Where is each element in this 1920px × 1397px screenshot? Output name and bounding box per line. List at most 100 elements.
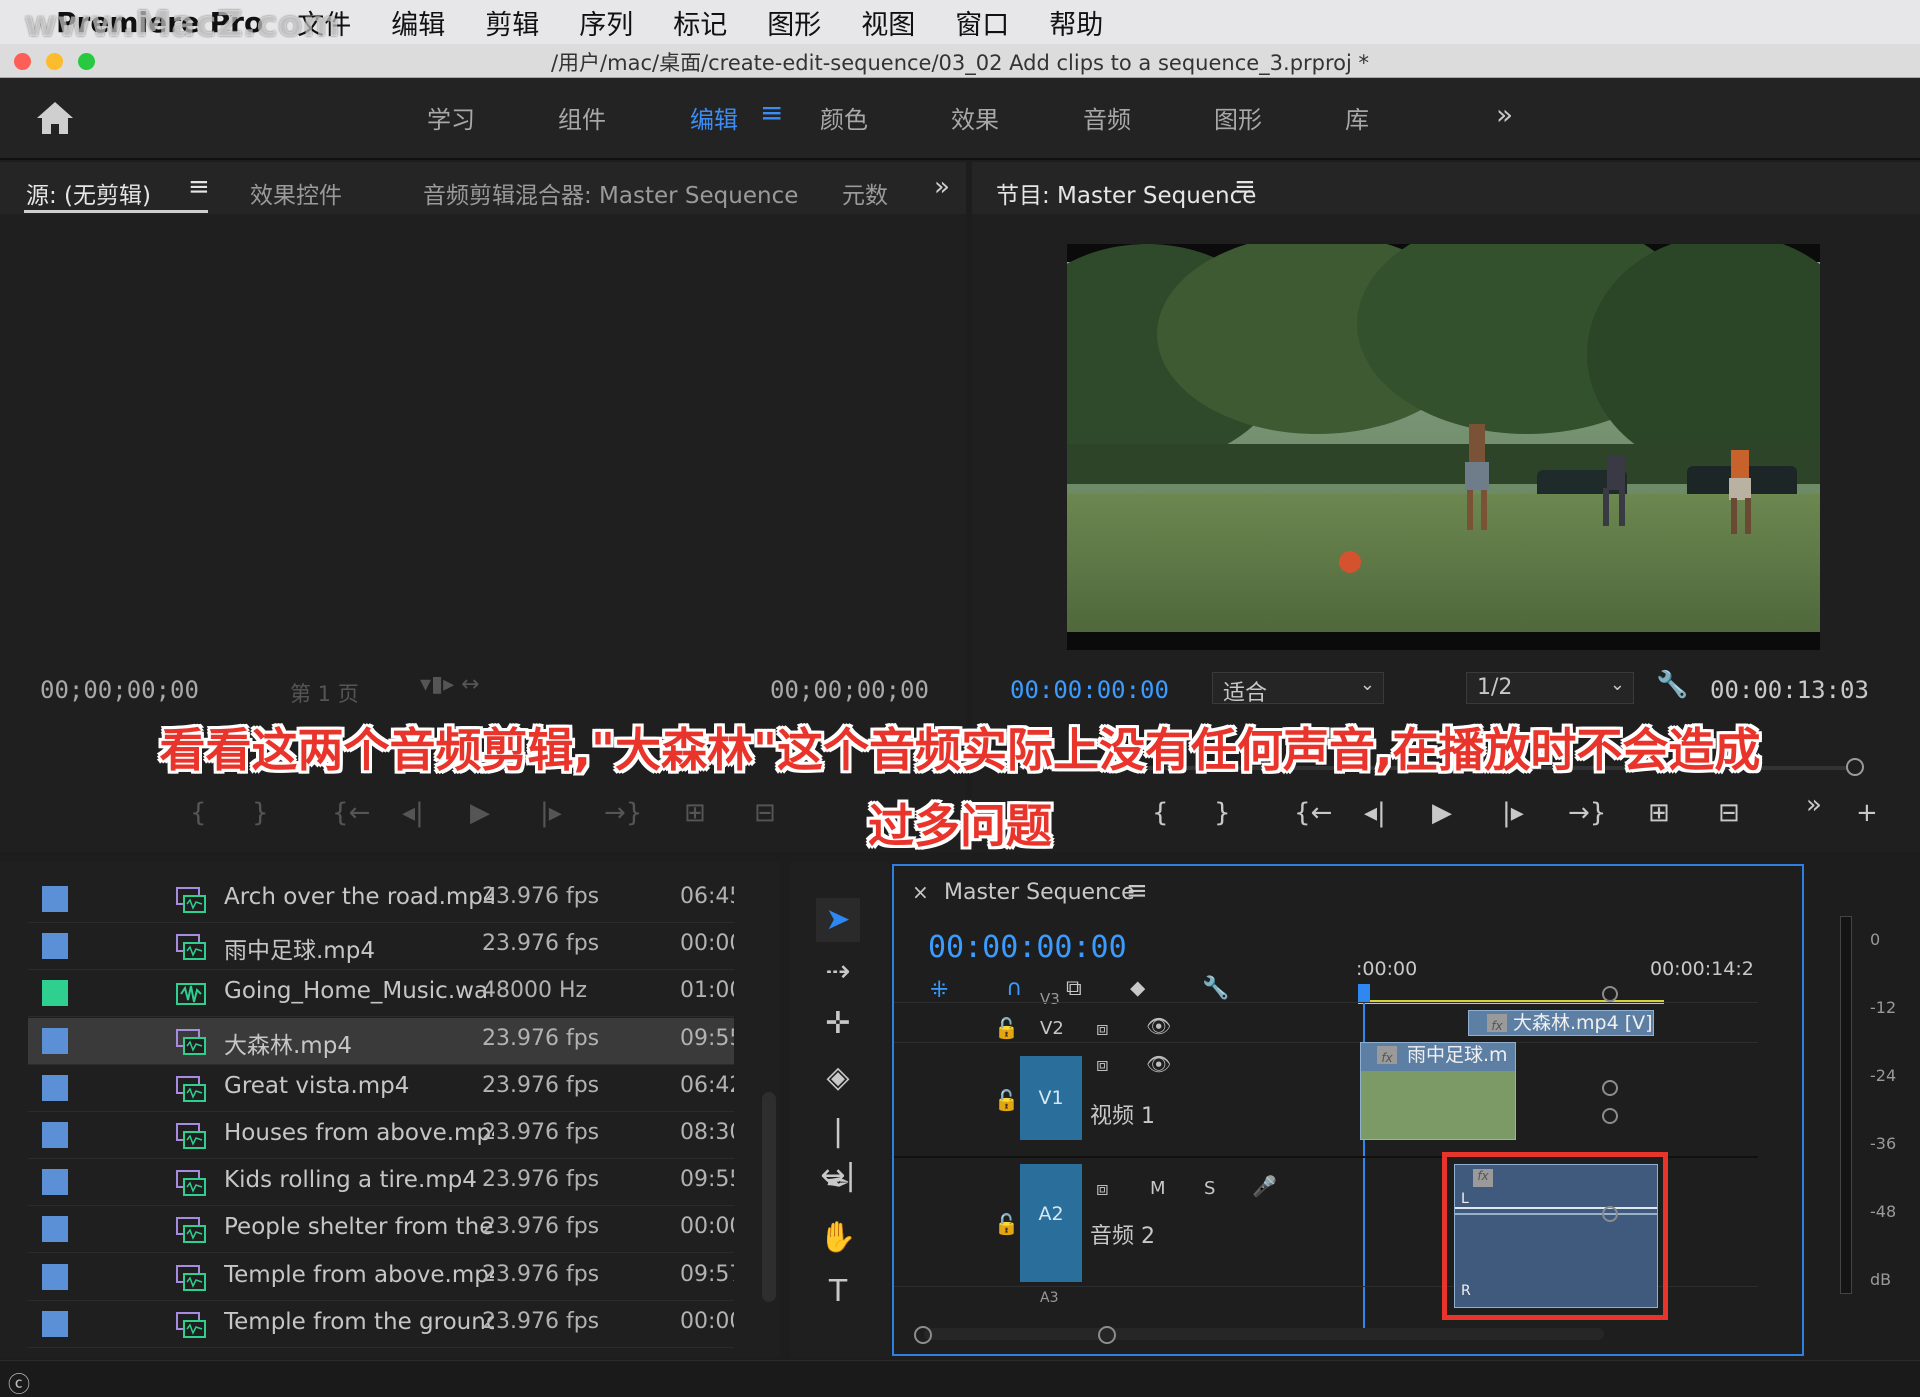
horizontal-zoom-handle-right[interactable]: [1098, 1326, 1116, 1344]
program-timecode-current[interactable]: 00:00:00:00: [1010, 676, 1169, 704]
page-selector[interactable]: 第 1 页: [290, 678, 359, 708]
slip-tool-icon[interactable]: |↔|: [816, 1110, 860, 1193]
source-panel-menu-icon[interactable]: ≡: [188, 172, 210, 202]
program-panel-menu-icon[interactable]: ≡: [1234, 172, 1256, 202]
workspace-menu-icon[interactable]: ≡: [760, 96, 783, 129]
a2-solo-button[interactable]: S: [1204, 1178, 1215, 1199]
menu-window[interactable]: 窗口: [955, 3, 1009, 42]
workspace-tab-color[interactable]: 颜色: [820, 100, 868, 135]
horizontal-scrollbar[interactable]: [924, 1328, 1604, 1340]
v1-sync-lock-icon[interactable]: ⧈: [1096, 1052, 1109, 1076]
bin-clip-name[interactable]: Temple from the ground: [224, 1309, 494, 1335]
menu-help[interactable]: 帮助: [1049, 3, 1103, 42]
linked-selection-icon[interactable]: ⧉: [1066, 976, 1082, 1001]
a2-voiceover-mic-icon[interactable]: 🎤: [1252, 1174, 1277, 1198]
bin-row[interactable]: Houses from above.mp423.976 fps 08:30: [28, 1112, 734, 1159]
ripple-edit-tool-icon[interactable]: ✛: [816, 1002, 860, 1046]
menu-view[interactable]: 视图: [861, 3, 915, 42]
label-color-swatch[interactable]: [42, 1169, 68, 1196]
menu-clip[interactable]: 剪辑: [485, 3, 539, 42]
timeline-sequence-title[interactable]: Master Sequence: [944, 880, 1135, 905]
tab-source[interactable]: 源: (无剪辑): [26, 176, 151, 210]
menu-edit[interactable]: 编辑: [391, 3, 445, 42]
clip-a2-audio[interactable]: fx L R: [1454, 1164, 1658, 1308]
track-select-tool-icon[interactable]: ⇢: [816, 950, 860, 994]
type-tool-icon[interactable]: T: [816, 1270, 860, 1314]
tab-metadata[interactable]: 元数: [842, 176, 888, 210]
bin-clip-name[interactable]: 大森林.mp4: [224, 1026, 494, 1060]
menu-markers[interactable]: 标记: [673, 3, 727, 42]
bin-row[interactable]: Great vista.mp423.976 fps 06:42: [28, 1065, 734, 1112]
add-marker-icon[interactable]: ⬥: [1130, 976, 1145, 1001]
label-color-swatch[interactable]: [42, 1027, 68, 1054]
bin-clip-name[interactable]: 雨中足球.mp4: [224, 931, 494, 965]
more-panels-icon[interactable]: »: [934, 172, 950, 202]
bin-clip-name[interactable]: Houses from above.mp4: [224, 1120, 494, 1146]
label-color-swatch[interactable]: [42, 886, 68, 912]
snap-magnet-icon[interactable]: ∩: [1006, 976, 1022, 1001]
workspace-tab-learn[interactable]: 学习: [427, 100, 475, 135]
v2-lock-icon[interactable]: 🔓: [994, 1016, 1019, 1040]
nest-toggle-icon[interactable]: ⁜: [930, 978, 948, 1003]
v1-eye-icon[interactable]: 👁: [1146, 1052, 1171, 1076]
bin-clip-name[interactable]: Great vista.mp4: [224, 1073, 494, 1099]
page-dropdown-icon[interactable]: ▾▮▸ ↔: [420, 672, 480, 697]
v1-lock-icon[interactable]: 🔓: [994, 1088, 1019, 1112]
workspace-tab-effects[interactable]: 效果: [951, 100, 999, 135]
bin-row[interactable]: People shelter from the23.976 fps 00:00: [28, 1206, 734, 1254]
bin-row[interactable]: 雨中足球.mp423.976 fps 00:00: [28, 923, 734, 971]
playhead-handle[interactable]: [1358, 984, 1370, 1002]
track-a2-target[interactable]: A2: [1020, 1164, 1082, 1282]
tab-effect-controls[interactable]: 效果控件: [250, 176, 342, 210]
a2-lock-icon[interactable]: 🔓: [994, 1212, 1019, 1236]
bin-row[interactable]: Arch over the road.mp423.976 fps 06:45: [28, 876, 734, 923]
timeline-settings-wrench-icon[interactable]: 🔧: [1202, 976, 1229, 1001]
horizontal-zoom-handle-left[interactable]: [914, 1326, 932, 1344]
hand-tool-icon[interactable]: ✋: [816, 1216, 860, 1260]
workspace-tab-assembly[interactable]: 组件: [558, 100, 606, 135]
track-v2-label[interactable]: V2: [1040, 1018, 1064, 1039]
bin-row[interactable]: 大森林.mp423.976 fps 09:55: [28, 1017, 734, 1065]
bin-clip-name[interactable]: Kids rolling a tire.mp4: [224, 1167, 494, 1193]
workspace-tab-graphics[interactable]: 图形: [1214, 100, 1262, 135]
bin-row[interactable]: Temple from the ground23.976 fps 00:00: [28, 1301, 734, 1348]
close-timeline-icon[interactable]: ×: [912, 880, 929, 904]
home-icon[interactable]: [34, 98, 76, 138]
label-color-swatch[interactable]: [42, 980, 68, 1007]
vertical-zoom-handle-top[interactable]: [1602, 986, 1618, 1002]
workspace-tab-audio[interactable]: 音频: [1083, 100, 1131, 135]
a2-mute-button[interactable]: M: [1150, 1178, 1166, 1199]
tab-audio-clip-mixer[interactable]: 音频剪辑混合器: Master Sequence: [423, 176, 798, 210]
bin-scrollbar[interactable]: [762, 1092, 776, 1302]
bin-clip-name[interactable]: Temple from above.mp4: [224, 1262, 494, 1288]
selection-tool-icon[interactable]: ➤: [816, 898, 860, 942]
program-title[interactable]: 节目: Master Sequence: [996, 176, 1256, 210]
playback-resolution-dropdown[interactable]: 1/2 ⌄: [1466, 672, 1634, 704]
label-color-swatch[interactable]: [42, 1310, 68, 1337]
v2-eye-icon[interactable]: 👁: [1146, 1014, 1171, 1038]
clip-v1-rain-soccer[interactable]: fx 雨中足球.m: [1360, 1042, 1516, 1140]
bin-row[interactable]: Temple from above.mp423.976 fps 09:57: [28, 1254, 734, 1301]
track-v1-target[interactable]: V1: [1020, 1056, 1082, 1140]
vertical-zoom-handle-mid[interactable]: [1602, 1080, 1618, 1096]
source-timecode-in[interactable]: 00;00;00;00: [40, 676, 199, 704]
creative-cloud-icon[interactable]: ⓒ: [8, 1367, 30, 1397]
timeline-timecode[interactable]: 00:00:00:00: [928, 930, 1127, 965]
timeline-menu-icon[interactable]: ≡: [1126, 876, 1148, 906]
bin-clip-name[interactable]: Arch over the road.mp4: [224, 884, 494, 910]
menu-graphics[interactable]: 图形: [767, 3, 821, 42]
pen-tool-icon[interactable]: ✒: [816, 1162, 860, 1206]
label-color-swatch[interactable]: [42, 933, 68, 960]
bin-row[interactable]: Going_Home_Music.wa48000 Hz 01:00: [28, 970, 734, 1018]
label-color-swatch[interactable]: [42, 1263, 68, 1290]
workspace-tab-libraries[interactable]: 库: [1345, 100, 1369, 135]
more-workspaces-icon[interactable]: »: [1496, 98, 1513, 131]
label-color-swatch[interactable]: [42, 1074, 68, 1101]
audio-zoom-handle-bottom[interactable]: [1602, 1206, 1618, 1222]
label-color-swatch[interactable]: [42, 1122, 68, 1148]
bin-clip-name[interactable]: Going_Home_Music.wa: [224, 978, 494, 1004]
v2-sync-lock-icon[interactable]: ⧈: [1096, 1016, 1109, 1040]
menu-sequence[interactable]: 序列: [579, 3, 633, 42]
bin-row[interactable]: Kids rolling a tire.mp423.976 fps 09:55: [28, 1159, 734, 1207]
bin-clip-name[interactable]: People shelter from the: [224, 1214, 494, 1240]
